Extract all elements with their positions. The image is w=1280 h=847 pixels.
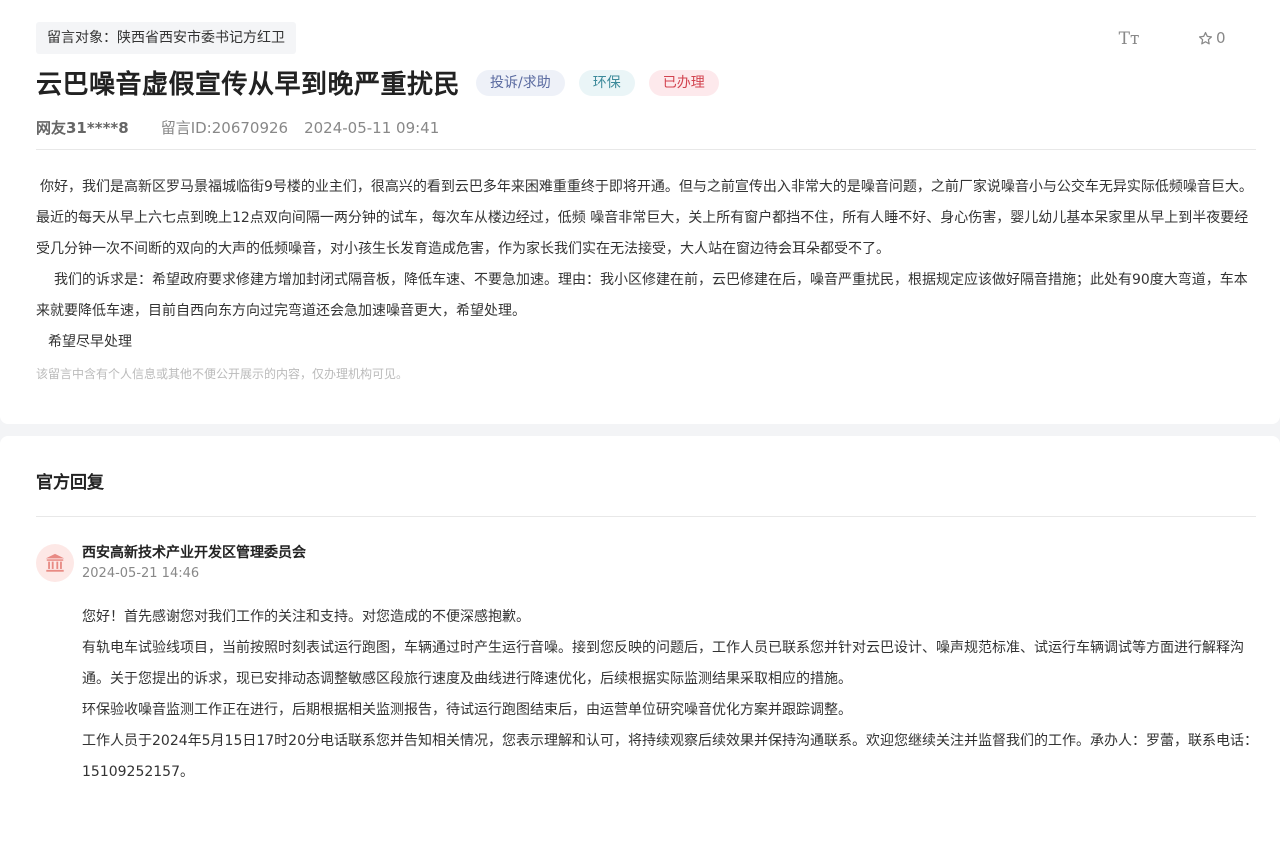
reply-datetime: 2024-05-21 14:46	[82, 566, 200, 581]
reply-paragraph: 您好！首先感谢您对我们工作的关注和支持。对您造成的不便深感抱歉。	[82, 609, 530, 625]
tag-topic: 环保	[578, 69, 635, 96]
message-meta: 网友31****8 留言ID:20670926 2024-05-11 09:41	[36, 117, 439, 138]
tag-category: 投诉/求助	[476, 69, 565, 96]
message-target: 留言对象：陕西省西安市委书记方红卫	[36, 22, 296, 54]
divider	[36, 516, 1256, 517]
privacy-notice: 该留言中含有个人信息或其他不便公开展示的内容，仅办理机构可见。	[36, 367, 409, 381]
reply-section-title: 官方回复	[36, 473, 104, 493]
message-id: 留言ID:20670926	[160, 119, 289, 137]
reply-content: 您好！首先感谢您对我们工作的关注和支持。对您造成的不便深感抱歉。 有轨电车试验线…	[82, 602, 1262, 788]
government-building-icon	[45, 553, 65, 572]
message-content: 你好，我们是高新区罗马景福城临街9号楼的业主们，很高兴的看到云巴多年来困难重重终…	[36, 172, 1258, 358]
status-badge: 已办理	[648, 69, 719, 96]
message-datetime: 2024-05-11 09:41	[304, 118, 440, 137]
message-paragraph: 你好，我们是高新区罗马景福城临街9号楼的业主们，很高兴的看到云巴多年来困难重重终…	[36, 179, 1253, 257]
message-title: 云巴噪音虚假宣传从早到晚严重扰民	[36, 70, 461, 100]
reply-paragraph: 有轨电车试验线项目，当前按照时刻表试运行跑图，车辆通过时产生运行音噪。接到您反映…	[82, 640, 1244, 687]
reply-org-name: 西安高新技术产业开发区管理委员会	[82, 545, 306, 561]
font-size-icon[interactable]: Tт	[1116, 26, 1142, 52]
message-paragraph: 希望尽早处理	[48, 334, 132, 350]
reply-paragraph: 环保验收噪音监测工作正在进行，后期根据相关监测报告，待试运行跑图结束后，由运营单…	[82, 702, 852, 718]
reply-paragraph: 工作人员于2024年5月15日17时20分电话联系您并告知相关情况，您表示理解和…	[82, 733, 1258, 780]
divider	[36, 149, 1256, 150]
favorite-button[interactable]: 0	[1198, 29, 1226, 47]
star-icon	[1198, 31, 1213, 44]
avatar	[36, 544, 74, 582]
message-card: 留言对象：陕西省西安市委书记方红卫 Tт 0 云巴噪音虚假宣传从早到晚严重扰民 …	[0, 0, 1280, 424]
title-row: 云巴噪音虚假宣传从早到晚严重扰民 投诉/求助 环保 已办理	[36, 64, 719, 101]
message-paragraph: 我们的诉求是：希望政府要求修建方增加封闭式隔音板，降低车速、不要急加速。理由：我…	[36, 272, 1248, 319]
favorite-count: 0	[1216, 29, 1226, 47]
author-name: 网友31****8	[36, 119, 129, 137]
